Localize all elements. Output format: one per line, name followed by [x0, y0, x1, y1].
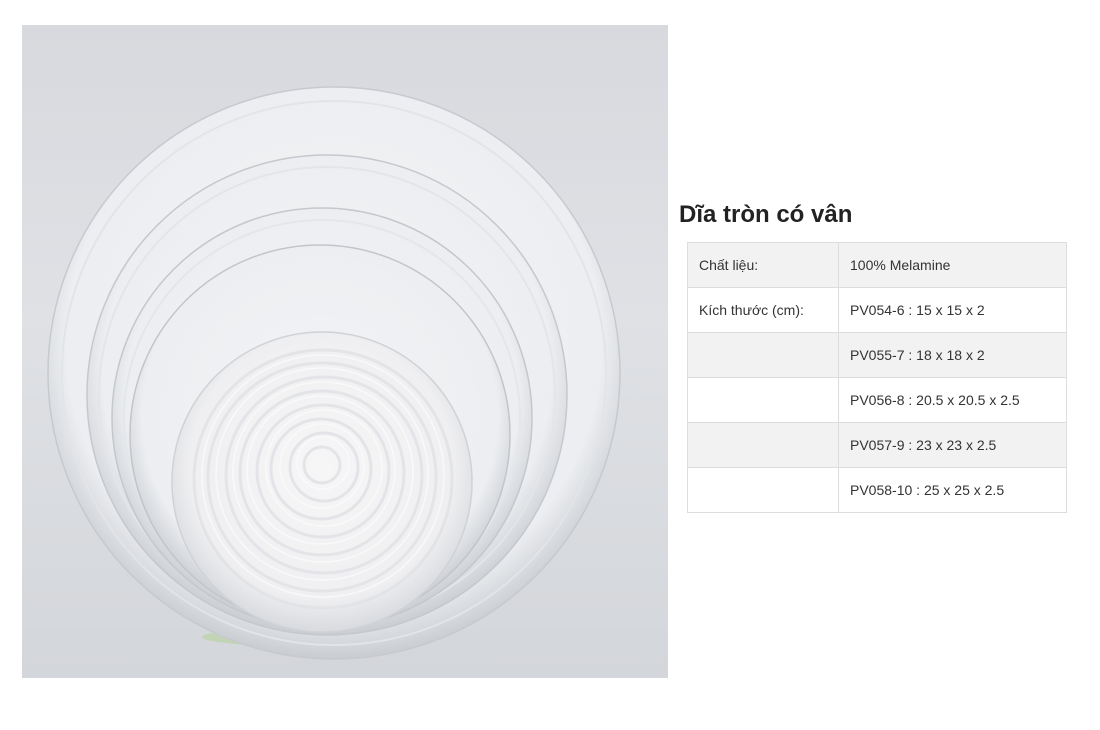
spec-row: PV058-10 : 25 x 25 x 2.5 [687, 467, 1067, 513]
spec-row: PV056-8 : 20.5 x 20.5 x 2.5 [687, 377, 1067, 423]
spec-row: Chất liệu: 100% Melamine [687, 242, 1067, 288]
spec-table: Chất liệu: 100% Melamine Kích thước (cm): P… [687, 242, 1067, 513]
spec-value: PV055-7 : 18 x 18 x 2 [838, 332, 1067, 378]
spec-value: PV057-9 : 23 x 23 x 2.5 [838, 422, 1067, 468]
spec-value: PV054-6 : 15 x 15 x 2 [838, 287, 1067, 333]
spec-label [687, 332, 839, 378]
spec-label: Chất liệu: [687, 242, 839, 288]
spec-row: PV055-7 : 18 x 18 x 2 [687, 332, 1067, 378]
spec-label [687, 422, 839, 468]
spec-label [687, 467, 839, 513]
spec-value: PV058-10 : 25 x 25 x 2.5 [838, 467, 1067, 513]
stacked-plates-illustration [47, 86, 621, 660]
product-page: Dĩa tròn có vân Chất liệu: 100% Melamine K… [0, 0, 1100, 730]
product-image [22, 25, 668, 678]
spec-label: Kích thước (cm): [687, 287, 839, 333]
spec-value: 100% Melamine [838, 242, 1067, 288]
product-info: Dĩa tròn có vân Chất liệu: 100% Melamine K… [679, 198, 1079, 513]
spec-value: PV056-8 : 20.5 x 20.5 x 2.5 [838, 377, 1067, 423]
spec-row: PV057-9 : 23 x 23 x 2.5 [687, 422, 1067, 468]
spec-row: Kích thước (cm): PV054-6 : 15 x 15 x 2 [687, 287, 1067, 333]
product-title: Dĩa tròn có vân [679, 201, 853, 228]
spec-label [687, 377, 839, 423]
